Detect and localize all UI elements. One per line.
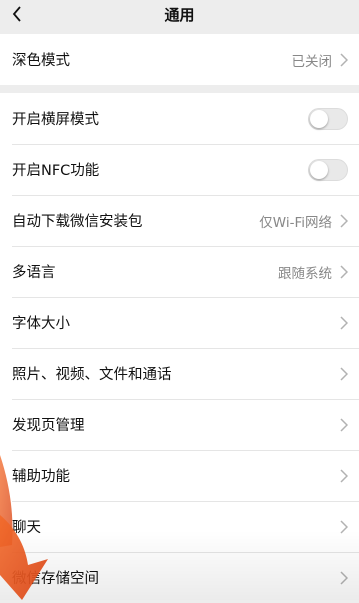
language-label: 多语言 [12,265,56,281]
auto-download-row[interactable]: 自动下载微信安装包 仅Wi-Fi网络 [0,195,359,246]
discover-management-row[interactable]: 发现页管理 [0,399,359,450]
font-size-label: 字体大小 [12,316,70,332]
page-title: 通用 [164,6,195,24]
dark-mode-value: 已关闭 [291,53,333,70]
dark-mode-label: 深色模式 [12,53,70,69]
auto-download-label: 自动下载微信安装包 [12,214,143,230]
auto-download-value: 仅Wi-Fi网络 [259,214,332,231]
storage-row[interactable]: 微信存储空间 [0,552,359,603]
landscape-mode-row: 开启横屏模式 [0,93,359,144]
chevron-right-icon [340,366,348,381]
dark-mode-row[interactable]: 深色模式 已关闭 [0,34,359,85]
storage-label: 微信存储空间 [12,571,99,587]
nav-bar: 通用 [0,0,359,30]
landscape-mode-label: 开启横屏模式 [12,112,99,128]
toggle-knob [310,160,328,179]
language-row[interactable]: 多语言 跟随系统 [0,246,359,297]
nfc-label: 开启NFC功能 [12,163,100,179]
font-size-row[interactable]: 字体大小 [0,297,359,348]
media-row[interactable]: 照片、视频、文件和通话 [0,348,359,399]
media-label: 照片、视频、文件和通话 [12,367,172,383]
nfc-toggle[interactable] [308,158,348,181]
settings-group-general: 开启横屏模式 开启NFC功能 自动下载微信安装包 仅Wi-Fi网络 多语言 跟随… [0,93,359,600]
toggle-knob [310,109,328,128]
chevron-right-icon [340,468,348,483]
chevron-right-icon [340,52,348,67]
accessibility-row[interactable]: 辅助功能 [0,450,359,501]
chat-tools-label: 聊天 [12,520,41,536]
nfc-row: 开启NFC功能 [0,144,359,195]
chat-tools-row[interactable]: 聊天 [0,501,359,552]
settings-group-display: 深色模式 已关闭 [0,34,359,85]
discover-management-label: 发现页管理 [12,418,85,434]
chevron-right-icon [340,315,348,330]
language-value: 跟随系统 [278,265,332,282]
chevron-right-icon [340,264,348,279]
chevron-right-icon [340,519,348,534]
landscape-mode-toggle[interactable] [308,107,348,130]
chevron-right-icon [340,213,348,228]
chevron-right-icon [340,417,348,432]
accessibility-label: 辅助功能 [12,469,70,485]
chevron-right-icon [340,570,348,585]
